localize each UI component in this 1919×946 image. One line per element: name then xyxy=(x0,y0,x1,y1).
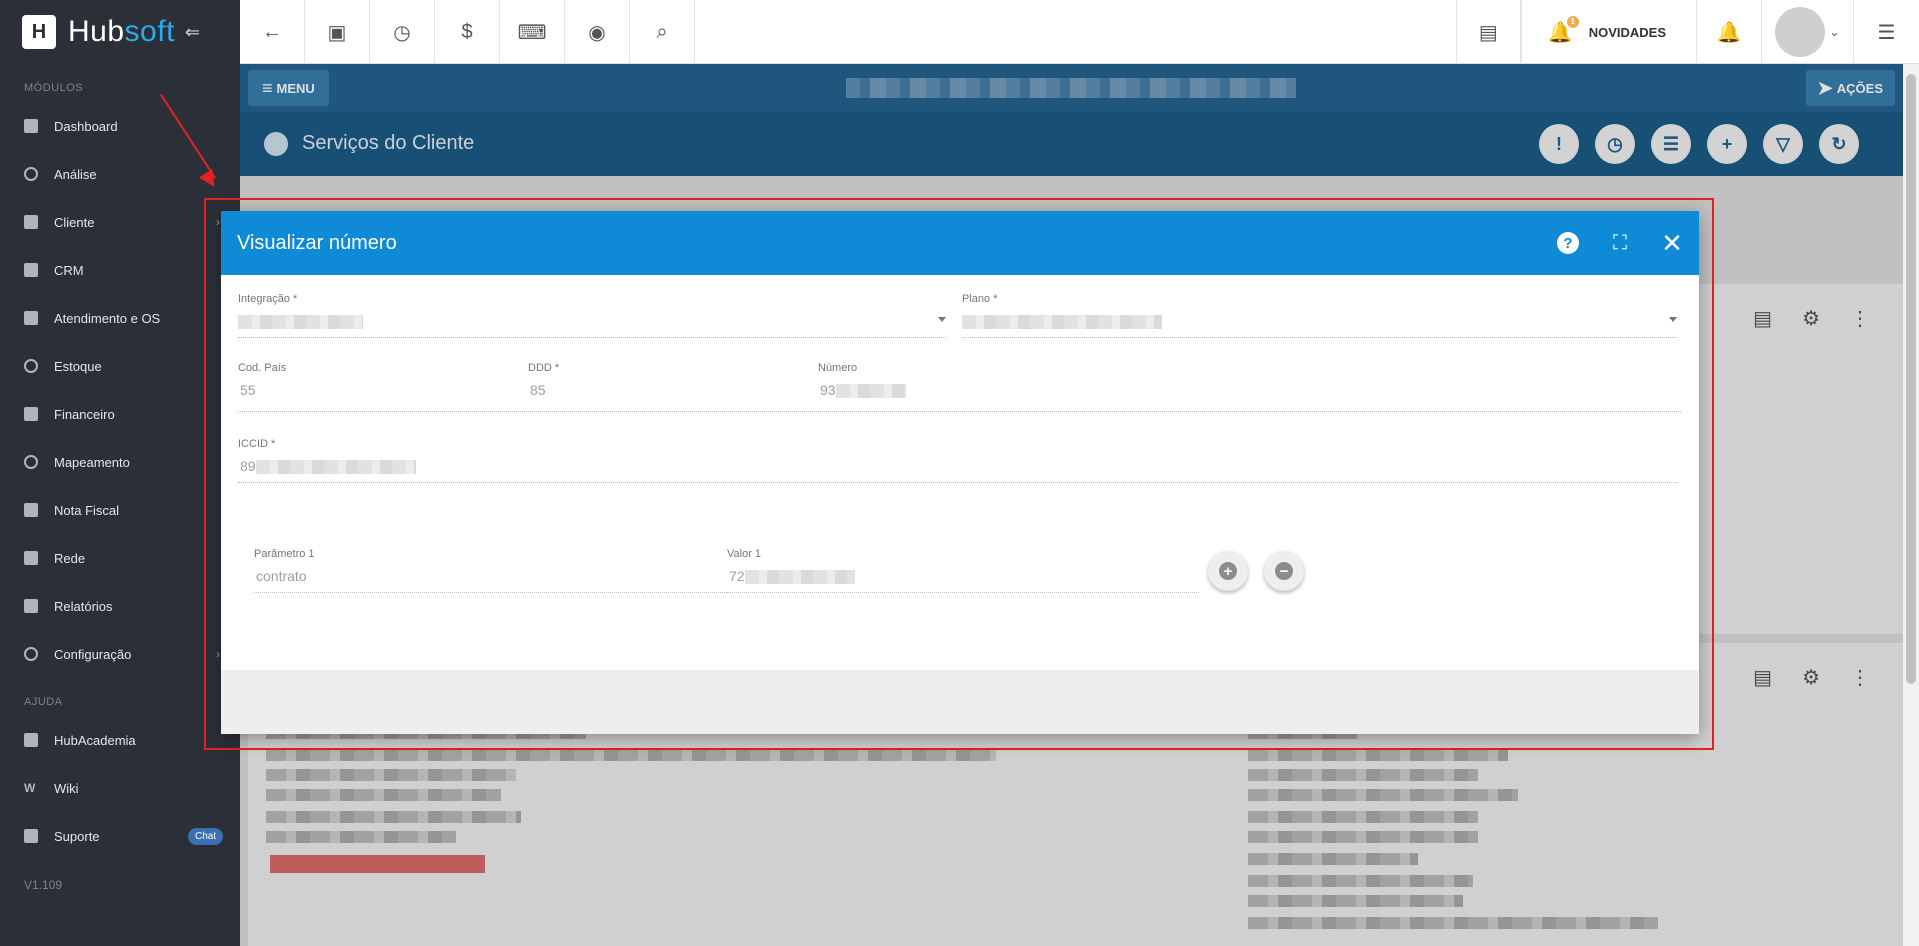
minus-circle-icon: − xyxy=(1275,562,1293,580)
dialog-tools: ? ⛶ ✕ xyxy=(1557,228,1683,258)
row2-underline xyxy=(238,407,1681,412)
dashboard-icon xyxy=(24,119,38,133)
sidebar-item-dashboard[interactable]: Dashboard xyxy=(0,102,240,150)
terminal-icon: ⌨ xyxy=(517,21,547,44)
chat-icon xyxy=(24,829,38,843)
search-button[interactable]: ⌕ xyxy=(630,0,695,64)
wiki-icon: W xyxy=(24,781,36,795)
calendar-clock-icon: ◷ xyxy=(393,21,411,44)
close-icon[interactable]: ✕ xyxy=(1661,228,1683,258)
avatar xyxy=(1775,7,1826,57)
brand: H Hubsoft ⇐ xyxy=(0,0,240,64)
remove-parameter-button[interactable]: − xyxy=(1264,551,1304,591)
dropdown-caret-icon xyxy=(938,317,946,322)
top-bar: ← ▣ ◷ $ ⌨ ◉ ⌕ ▤ 🔔 1 NOVIDADES 🔔 ⌄ ☰ xyxy=(240,0,1919,64)
dropdown-caret-icon xyxy=(1669,317,1677,322)
fullscreen-icon[interactable]: ⛶ xyxy=(1609,232,1631,254)
chevron-down-icon: ⌄ xyxy=(1829,25,1840,39)
add-parameter-button[interactable]: + xyxy=(1208,551,1248,591)
chat-badge[interactable]: Chat xyxy=(188,827,224,845)
notification-bell-icon: 🔔 1 xyxy=(1548,15,1579,45)
contact-card-icon: ▣ xyxy=(327,21,347,44)
pdf-icon: ▤ xyxy=(1478,21,1498,44)
view-button[interactable]: ◉ xyxy=(565,0,630,64)
top-bar-right: ▤ 🔔 1 NOVIDADES 🔔 ⌄ ☰ xyxy=(1455,0,1919,64)
bell-icon: 🔔 xyxy=(1716,21,1742,44)
scrollbar-thumb[interactable] xyxy=(1906,74,1916,684)
valor-1-field[interactable]: Valor 1 72 xyxy=(727,548,1199,593)
map-pin-icon xyxy=(24,455,38,469)
list-icon: ☰ xyxy=(1877,21,1896,44)
document-icon xyxy=(24,503,38,517)
dialog-footer xyxy=(221,670,1699,734)
dialog-title: Visualizar número xyxy=(237,231,397,254)
visualizar-numero-dialog: Visualizar número ? ⛶ ✕ Integração * Pla… xyxy=(221,211,1699,734)
cod-pais-field[interactable]: Cod. País 55 xyxy=(238,362,528,402)
terminal-button[interactable]: ⌨ xyxy=(500,0,565,64)
page-scrollbar[interactable] xyxy=(1903,64,1919,946)
pie-chart-icon xyxy=(24,167,38,181)
parametro-1-field[interactable]: Parâmetro 1 contrato xyxy=(254,548,727,593)
plus-circle-icon: + xyxy=(1219,562,1237,580)
user-menu-button[interactable]: ⌄ xyxy=(1762,0,1854,64)
sidebar-item-wiki[interactable]: W Wiki xyxy=(0,764,240,812)
crm-board-icon xyxy=(24,263,38,277)
arrow-left-icon: ← xyxy=(262,20,282,43)
contact-button[interactable]: ▣ xyxy=(305,0,370,64)
box-icon xyxy=(24,359,38,373)
hubsoft-logo-icon: H xyxy=(22,15,56,49)
notification-count: 1 xyxy=(1566,15,1579,28)
plano-select[interactable]: Plano * xyxy=(962,293,1677,338)
dollar-icon: $ xyxy=(461,20,473,43)
eye-icon: ◉ xyxy=(588,21,606,44)
integracao-select[interactable]: Integração * xyxy=(238,293,946,338)
sidebar-item-suporte[interactable]: Suporte Chat xyxy=(0,812,240,860)
server-icon xyxy=(24,551,38,565)
calendar-clock-icon xyxy=(24,311,38,325)
numero-field[interactable]: Número 93 xyxy=(818,362,1018,402)
plano-value-redacted xyxy=(962,313,1677,333)
version-label: V1.109 xyxy=(24,878,63,892)
alerts-button[interactable]: 🔔 xyxy=(1697,0,1762,64)
calendar-button[interactable]: ◷ xyxy=(370,0,435,64)
contact-card-icon xyxy=(24,215,38,229)
video-icon xyxy=(24,733,38,747)
dialog-header: Visualizar número ? ⛶ ✕ xyxy=(221,211,1699,275)
money-icon xyxy=(24,407,38,421)
integracao-value-redacted xyxy=(238,313,946,333)
iccid-field[interactable]: ICCID * 89 xyxy=(238,438,1678,483)
help-icon[interactable]: ? xyxy=(1557,232,1579,254)
list-menu-button[interactable]: ☰ xyxy=(1854,0,1919,64)
brand-name: Hubsoft xyxy=(68,15,175,48)
search-icon: ⌕ xyxy=(656,20,668,43)
novidades-button[interactable]: 🔔 1 NOVIDADES xyxy=(1520,0,1697,64)
collapse-sidebar-icon[interactable]: ⇐ xyxy=(185,22,200,43)
pdf-button[interactable]: ▤ xyxy=(1455,0,1521,64)
finance-button[interactable]: $ xyxy=(435,0,500,64)
section-modulos: MÓDULOS xyxy=(24,82,84,94)
back-button[interactable]: ← xyxy=(240,0,305,64)
gear-icon xyxy=(24,647,38,661)
ddd-field[interactable]: DDD * 85 xyxy=(528,362,818,402)
report-icon xyxy=(24,599,38,613)
